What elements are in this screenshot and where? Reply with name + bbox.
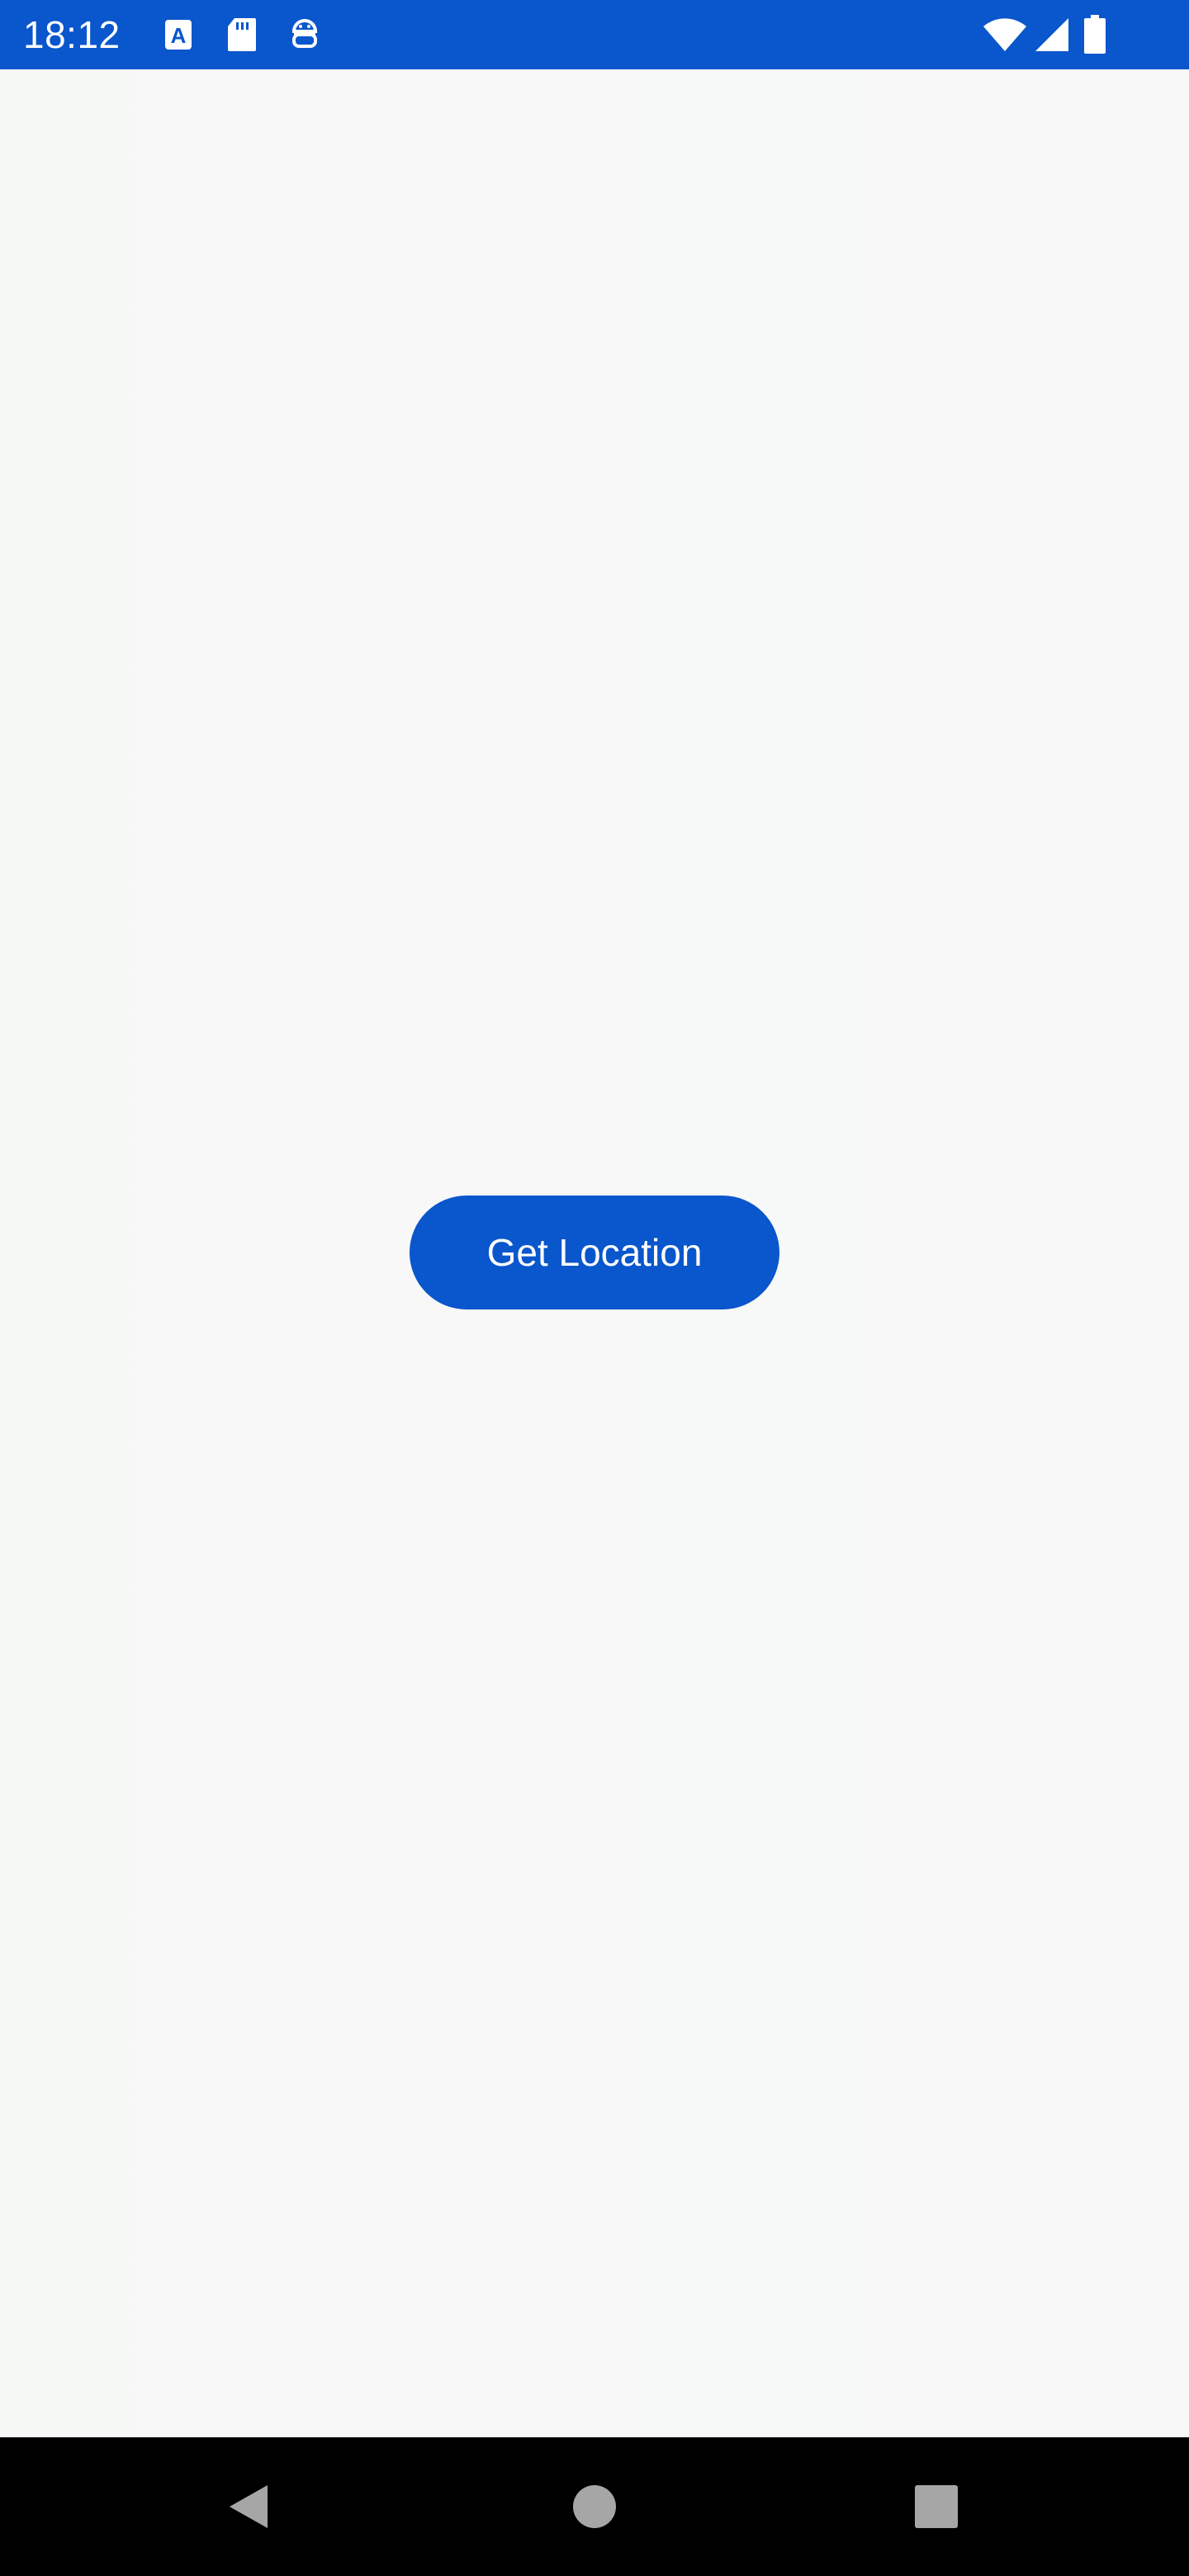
svg-text:A: A [171,23,187,48]
battery-icon [1084,15,1106,54]
navigation-bar [0,2437,1189,2576]
sd-card-icon [228,18,256,51]
back-icon [230,2485,268,2528]
get-location-button[interactable]: Get Location [410,1196,779,1309]
status-bar: 18:12 A [0,0,1189,69]
recents-icon [915,2485,958,2528]
main-content: Get Location [0,69,1189,2437]
back-button[interactable] [165,2437,330,2576]
android-debug-icon [291,19,318,48]
home-icon [573,2485,616,2528]
home-button[interactable] [512,2437,677,2576]
cellular-signal-icon [1035,18,1068,51]
status-time: 18:12 [23,13,121,56]
a-app-icon: A [165,20,192,50]
app-screen: 18:12 A Get Location [0,0,1189,2576]
recents-button[interactable] [854,2437,1019,2576]
wifi-icon [983,18,1026,51]
